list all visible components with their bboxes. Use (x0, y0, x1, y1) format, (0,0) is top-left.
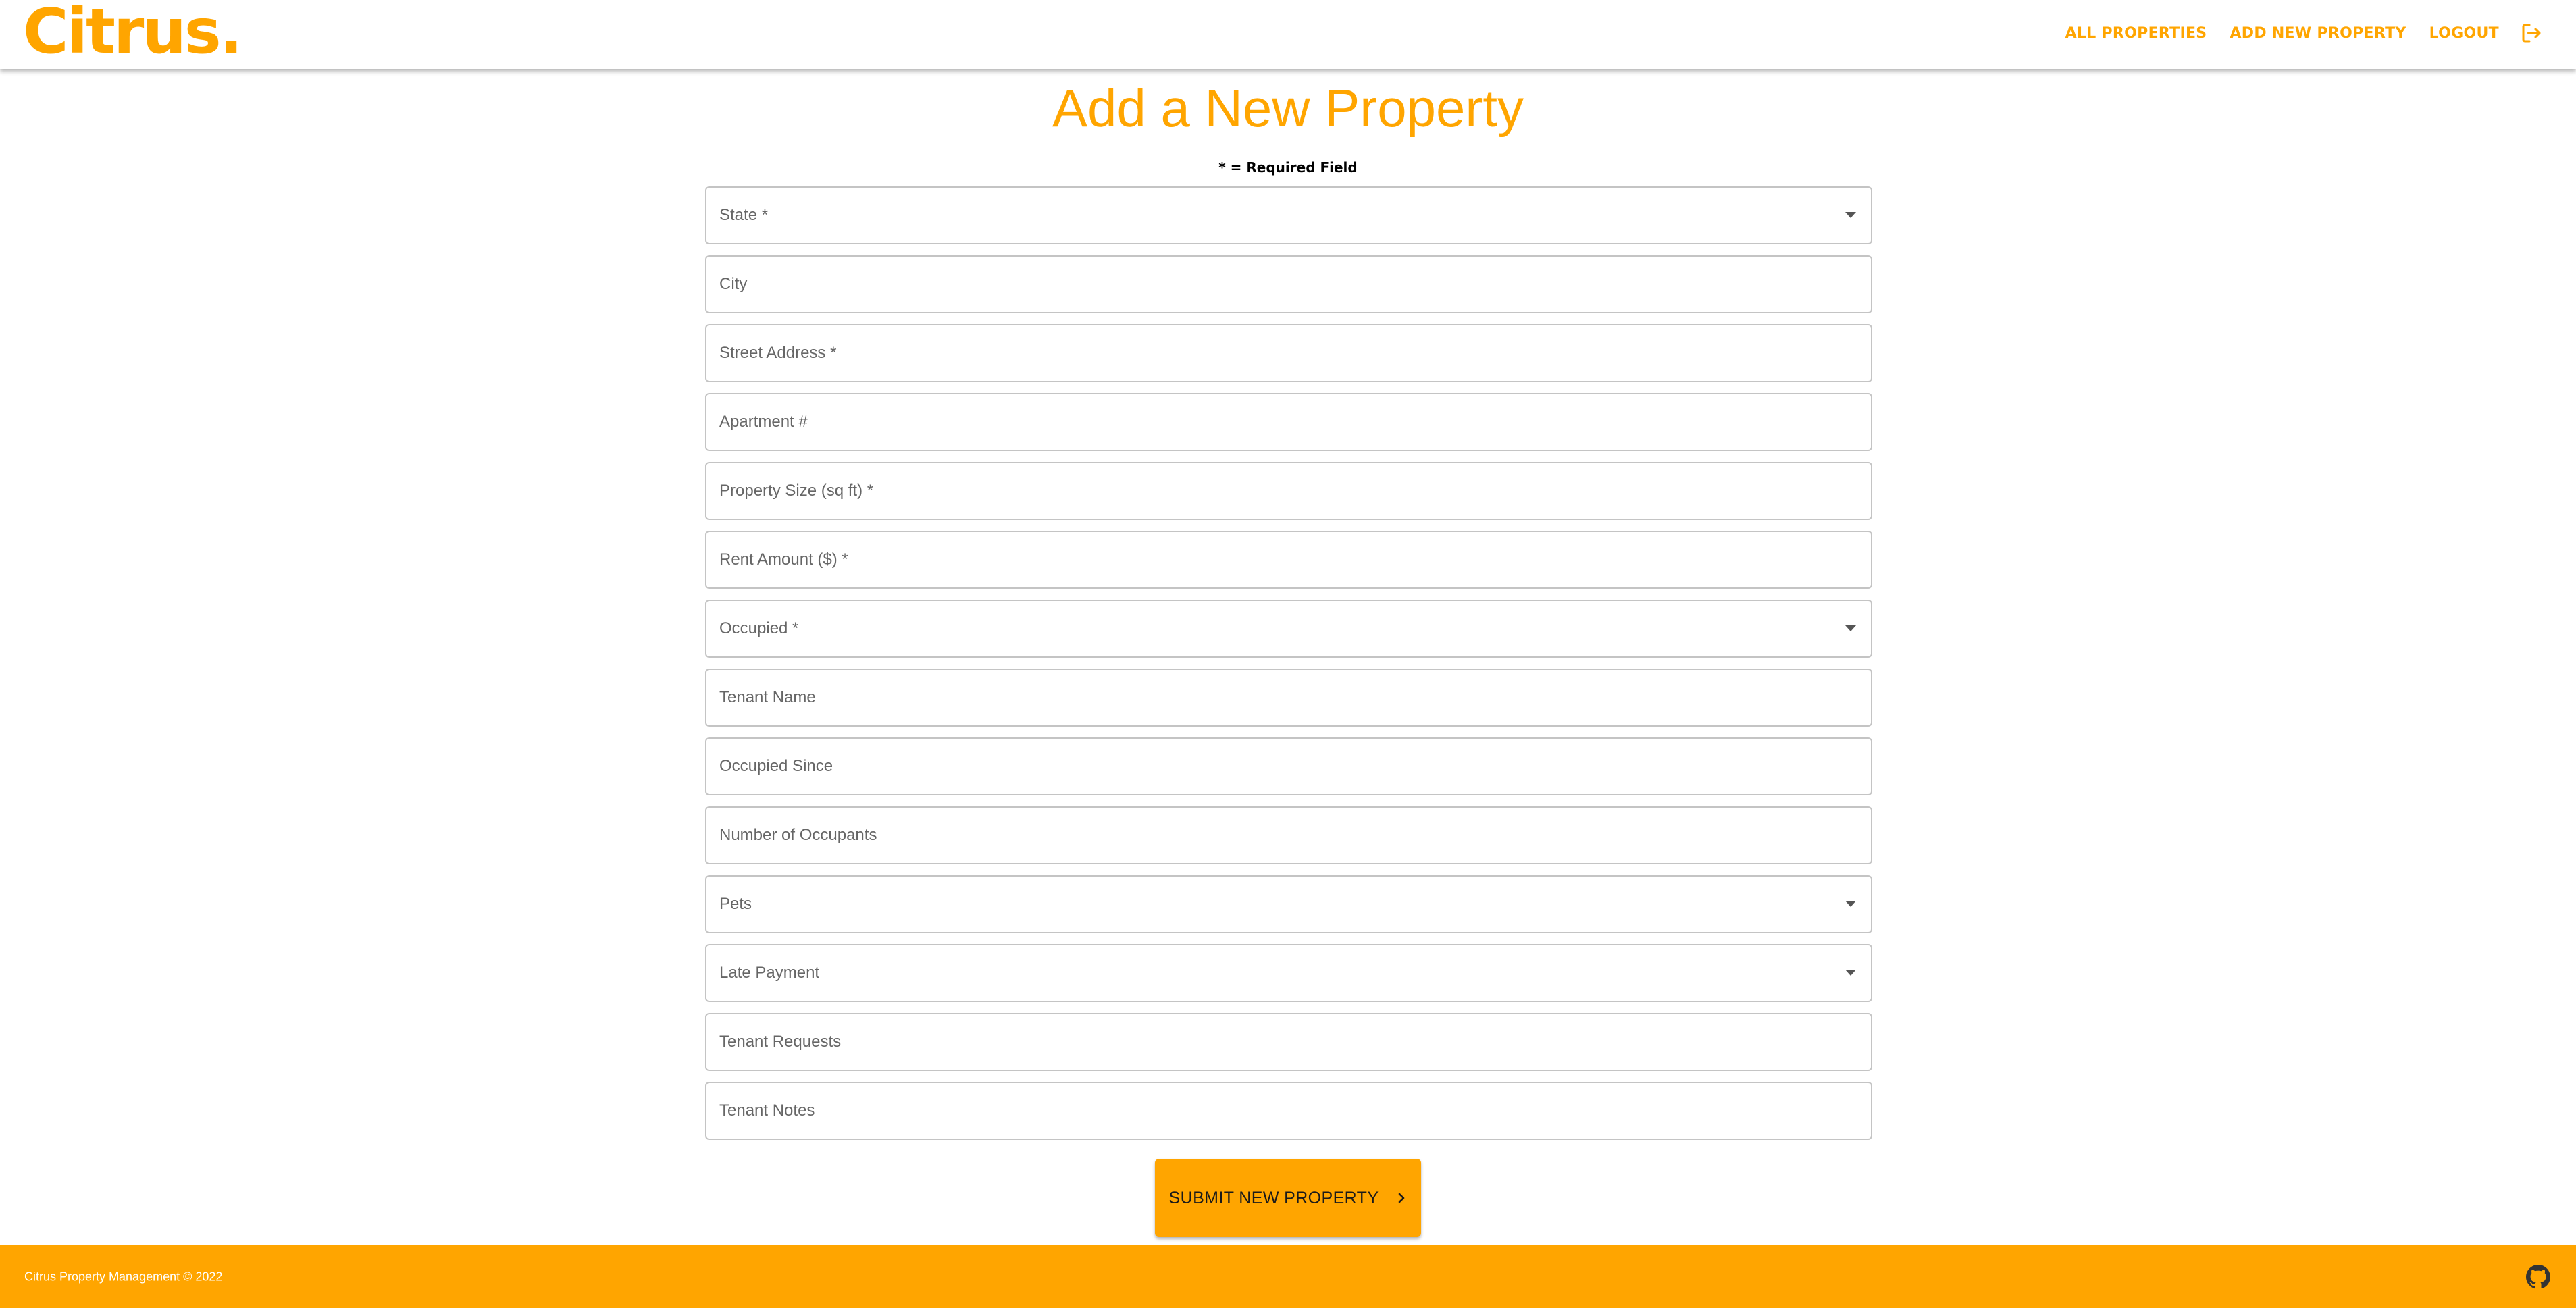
required-field-note: * = Required Field (1218, 159, 1358, 176)
nav-add-new-property[interactable]: ADD NEW PROPERTY (2230, 25, 2406, 42)
nav-all-properties[interactable]: ALL PROPERTIES (2065, 25, 2207, 42)
github-icon[interactable] (2526, 1264, 2550, 1289)
field-label: Occupied Since (719, 757, 833, 775)
field-label: Tenant Requests (719, 1032, 842, 1051)
footer-copyright: Citrus Property Management © 2022 (24, 1270, 223, 1283)
field-label: Street Address * (719, 344, 837, 362)
field-label: Tenant Notes (719, 1101, 815, 1120)
dropdown-arrow-icon (1845, 901, 1856, 907)
page-title: Add a New Property (1052, 78, 1524, 138)
nav-logout[interactable]: LOGOUT (2429, 25, 2499, 42)
occupied-since-input[interactable]: Occupied Since (705, 737, 1872, 795)
field-label: Number of Occupants (719, 826, 877, 844)
app-footer: Citrus Property Management © 2022 (0, 1245, 2576, 1308)
late-payment-select[interactable]: Late Payment (705, 944, 1872, 1002)
submit-new-property-button[interactable]: SUBMIT NEW PROPERTY (1155, 1159, 1421, 1237)
property-size-input[interactable]: Property Size (sq ft) * (705, 462, 1872, 520)
submit-button-label: SUBMIT NEW PROPERTY (1168, 1188, 1379, 1207)
state-select[interactable]: State * (705, 186, 1872, 244)
field-label: State * (719, 206, 769, 224)
occupied-select[interactable]: Occupied * (705, 600, 1872, 658)
chevron-right-icon (1399, 1193, 1405, 1203)
logout-icon[interactable] (2519, 21, 2544, 45)
tenant-notes-input[interactable]: Tenant Notes (705, 1082, 1872, 1140)
field-label: Property Size (sq ft) * (719, 481, 874, 500)
number-of-occupants-input[interactable]: Number of Occupants (705, 806, 1872, 864)
city-input[interactable]: City (705, 255, 1872, 313)
dropdown-arrow-icon (1845, 212, 1856, 218)
field-label: Tenant Name (719, 688, 816, 706)
field-label: Apartment # (719, 413, 808, 431)
citrus-logo[interactable]: Citrus. (23, 0, 243, 69)
field-label: Late Payment (719, 964, 820, 982)
tenant-requests-input[interactable]: Tenant Requests (705, 1013, 1872, 1071)
tenant-name-input[interactable]: Tenant Name (705, 669, 1872, 727)
apartment-number-input[interactable]: Apartment # (705, 393, 1872, 451)
add-property-form: State * City Street Address * Apartment … (705, 186, 1872, 1151)
pets-select[interactable]: Pets (705, 875, 1872, 933)
field-label: Rent Amount ($) * (719, 550, 848, 569)
field-label: Pets (719, 895, 752, 913)
field-label: City (719, 275, 748, 293)
street-address-input[interactable]: Street Address * (705, 324, 1872, 382)
dropdown-arrow-icon (1845, 625, 1856, 631)
app-header: Citrus. ALL PROPERTIES ADD NEW PROPERTY … (0, 0, 2576, 69)
rent-amount-input[interactable]: Rent Amount ($) * (705, 531, 1872, 589)
field-label: Occupied * (719, 619, 799, 637)
dropdown-arrow-icon (1845, 970, 1856, 976)
main-nav: ALL PROPERTIES ADD NEW PROPERTY LOGOUT (2042, 0, 2544, 66)
